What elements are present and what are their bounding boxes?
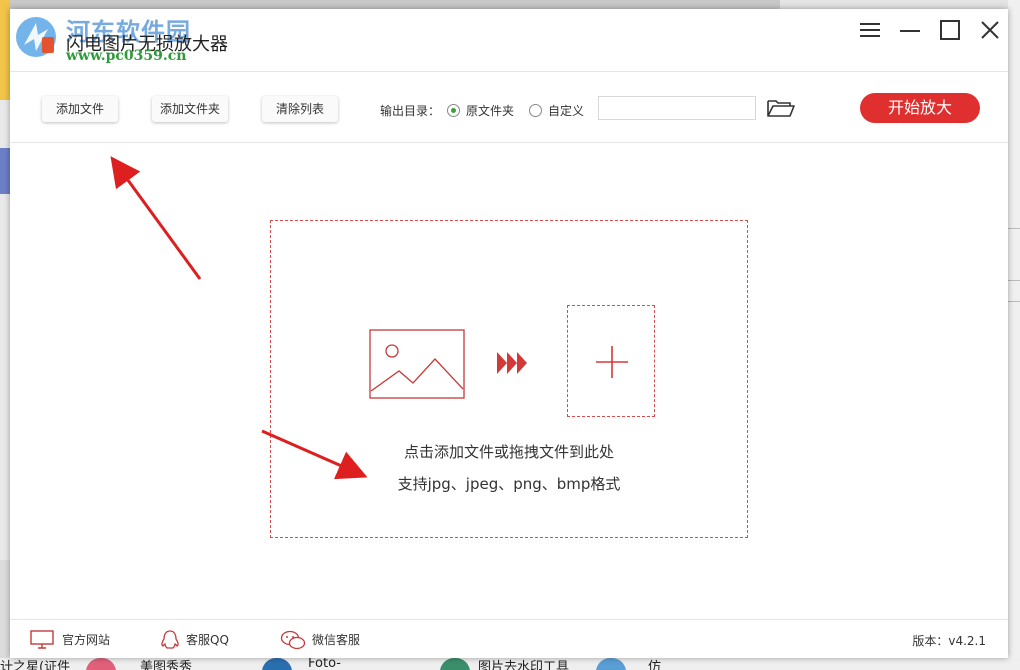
version-text: 版本：v4.2.1 <box>912 634 986 648</box>
drop-zone[interactable]: 点击添加文件或拖拽文件到此处 支持jpg、jpeg、png、bmp格式 <box>270 220 748 538</box>
desktop-app-icon <box>86 658 116 670</box>
folder-open-icon[interactable] <box>766 96 796 120</box>
output-path-input[interactable] <box>598 96 756 120</box>
official-website-link[interactable]: 官方网站 <box>30 630 130 650</box>
qq-penguin-icon <box>161 630 179 649</box>
desktop-app-icon <box>596 658 626 670</box>
add-folder-button[interactable]: 添加文件夹 <box>152 96 228 122</box>
desktop-item-label: 仿 <box>648 660 662 670</box>
watermark-url: www.pc0359.cn <box>66 48 187 64</box>
minimize-icon[interactable] <box>899 19 921 41</box>
desktop-app-icon <box>262 658 292 670</box>
plus-icon <box>596 346 628 378</box>
start-enlarge-button[interactable]: 开始放大 <box>860 93 980 123</box>
radio-original-folder[interactable] <box>447 104 460 117</box>
toolbar: 添加文件 添加文件夹 清除列表 输出目录： 原文件夹 自定义 开始放大 <box>10 71 1008 143</box>
supported-formats-text: 支持jpg、jpeg、png、bmp格式 <box>397 475 621 493</box>
drop-hint-text: 点击添加文件或拖拽文件到此处 <box>403 443 614 461</box>
desktop-left-strip <box>0 0 10 670</box>
desktop-app-icon <box>440 658 470 670</box>
desktop-right-strip <box>1008 0 1020 670</box>
radio-custom[interactable] <box>529 104 542 117</box>
add-image-box[interactable] <box>567 305 655 417</box>
footer-bar: 官方网站 客服QQ 微信客服 版本：v4.2.1 <box>10 619 1008 659</box>
desktop-item-label: 图片去水印工具 <box>478 660 570 670</box>
desktop-bottom-strip: 计之星(证件 美图秀秀 Foto- 图片去水印工具 仿 <box>0 658 1020 670</box>
annotation-arrow-add-file <box>110 156 202 280</box>
wechat-service-link[interactable]: 微信客服 <box>280 630 380 650</box>
clear-list-button[interactable]: 清除列表 <box>262 96 338 122</box>
app-logo-icon <box>16 17 56 57</box>
title-bar[interactable]: 河东软件园 闪电图片无损放大器 www.pc0359.cn <box>10 9 1008 71</box>
desktop-item-label: 计之星(证件 <box>0 660 71 670</box>
desktop-item-label: Foto- <box>308 658 341 670</box>
app-window: 河东软件园 闪电图片无损放大器 www.pc0359.cn 添加文件 添加文件夹… <box>10 9 1008 658</box>
hamburger-menu-icon[interactable] <box>859 19 881 41</box>
wechat-service-label: 微信客服 <box>312 633 361 647</box>
radio-custom-label[interactable]: 自定义 <box>548 102 584 119</box>
monitor-icon <box>30 630 54 649</box>
output-dir-label: 输出目录： <box>380 104 441 118</box>
triple-arrow-icon <box>497 352 527 374</box>
radio-original-folder-label[interactable]: 原文件夹 <box>466 102 514 119</box>
desktop-item-label: 美图秀秀 <box>140 660 193 670</box>
wechat-icon <box>280 630 306 650</box>
maximize-icon[interactable] <box>939 19 961 41</box>
customer-qq-label: 客服QQ <box>186 633 229 647</box>
image-placeholder-icon <box>369 329 465 399</box>
add-file-button[interactable]: 添加文件 <box>42 96 118 122</box>
customer-qq-link[interactable]: 客服QQ <box>158 630 248 650</box>
official-website-label: 官方网站 <box>62 633 111 647</box>
close-icon[interactable] <box>979 19 1001 41</box>
